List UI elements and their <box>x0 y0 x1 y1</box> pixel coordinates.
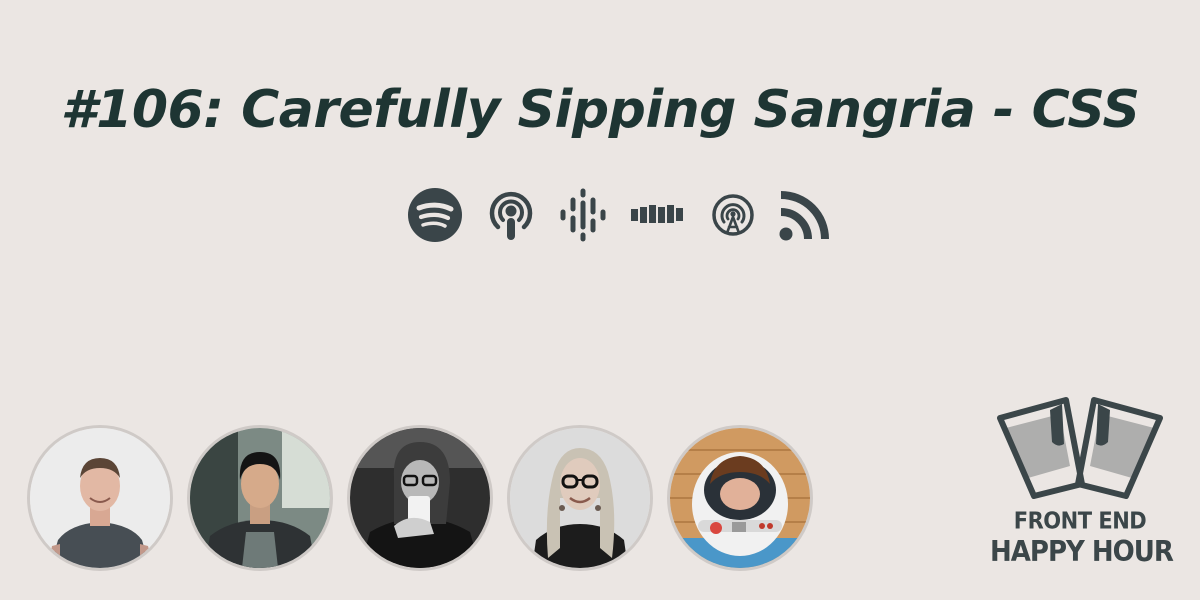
brand-name-line2: HAPPY HOUR <box>990 535 1174 569</box>
host-avatar-1 <box>27 425 173 571</box>
host-avatar-2 <box>187 425 333 571</box>
host-avatar-5 <box>667 425 813 571</box>
host-avatar-4 <box>507 425 653 571</box>
brand-logo: FRONT END HAPPY HOUR <box>990 396 1174 576</box>
host-avatar-3 <box>347 425 493 571</box>
brand-name-line1: FRONT END <box>1013 507 1147 535</box>
glasses-logo-icon <box>997 397 1163 499</box>
